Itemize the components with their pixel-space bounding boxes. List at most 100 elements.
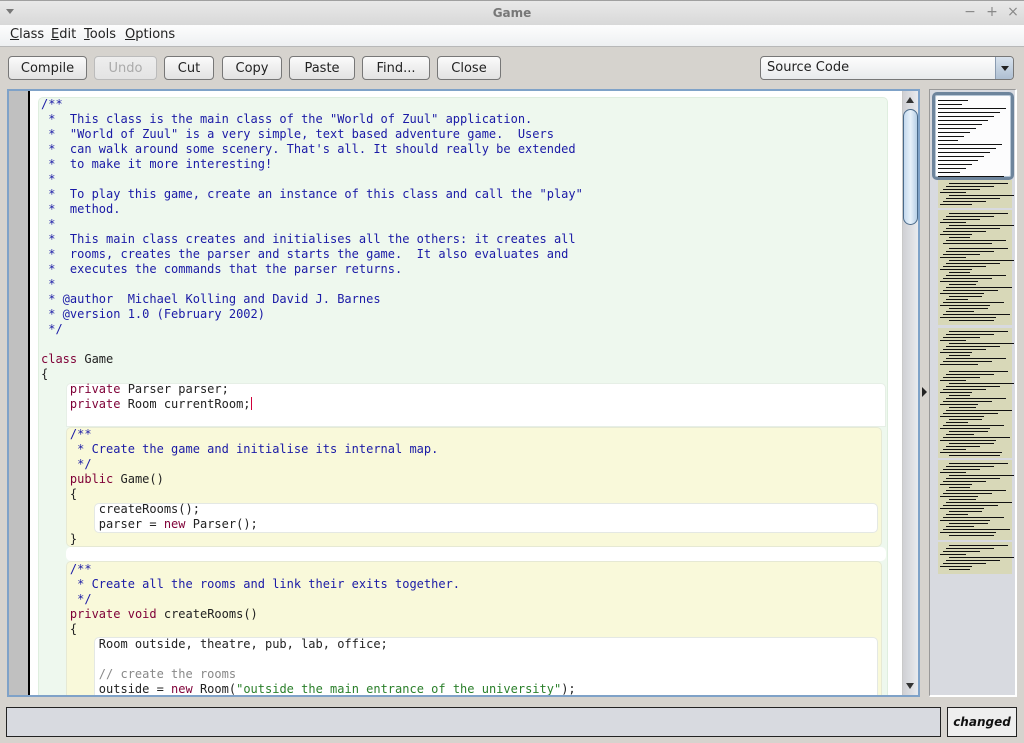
scroll-up-icon[interactable] (906, 97, 914, 103)
minimap-line (946, 478, 1000, 479)
find-button[interactable]: Find... (362, 56, 430, 80)
minimap-line (949, 463, 1008, 464)
code-line[interactable]: private Parser parser; (41, 382, 229, 397)
minimap-line (946, 490, 1006, 491)
code-line[interactable]: * (41, 217, 55, 232)
code-line[interactable]: * (41, 172, 55, 187)
minimap-line (946, 526, 974, 527)
editor-vertical-scrollbar[interactable] (902, 91, 918, 695)
minimap-line (946, 374, 994, 375)
close-button[interactable]: Close (437, 56, 501, 80)
code-line[interactable]: */ (41, 457, 91, 472)
code-line[interactable]: */ (41, 592, 91, 607)
comment-token: * can walk around some scenery. That's a… (41, 142, 576, 156)
minimap-line (949, 225, 1014, 226)
code-line[interactable]: * Create all the rooms and link their ex… (41, 577, 460, 592)
code-line[interactable]: { (41, 622, 77, 637)
code-line[interactable]: outside = new Room("outside the main ent… (41, 682, 576, 695)
minimap-line (949, 523, 988, 524)
code-line[interactable]: * rooms, creates the parser and starts t… (41, 247, 568, 262)
code-line[interactable]: */ (41, 322, 62, 337)
keyword-token: new (171, 682, 193, 695)
code-line[interactable]: /** (41, 427, 92, 442)
code-line[interactable]: * To play this game, create an instance … (41, 187, 583, 202)
paste-button[interactable]: Paste (289, 56, 355, 80)
code-line[interactable]: private void createRooms() (41, 607, 258, 622)
comment-token: * @version 1.0 (February 2002) (41, 307, 265, 321)
code-line[interactable]: /** (41, 562, 92, 577)
code-line[interactable]: public Game() (41, 472, 164, 487)
minimap-line (946, 410, 1012, 411)
minimize-icon[interactable]: − (962, 4, 978, 20)
code-line[interactable]: class Game (41, 352, 113, 367)
minimap-line (946, 198, 1000, 199)
comment-token: * executes the commands that the parser … (41, 262, 403, 276)
line-gutter[interactable] (9, 91, 30, 695)
code-line[interactable]: { (41, 367, 48, 382)
expand-arrow-icon[interactable] (922, 387, 927, 397)
code-line[interactable]: * Create the game and initialise its int… (41, 442, 438, 457)
minimap-line (949, 407, 976, 408)
code-line[interactable]: * method. (41, 202, 120, 217)
minimap-line (940, 440, 996, 441)
navigation-view[interactable] (929, 89, 1017, 697)
code-line[interactable]: * @version 1.0 (February 2002) (41, 307, 265, 322)
minimap-line (943, 469, 980, 470)
code-token: Game() (113, 472, 164, 486)
maximize-icon[interactable]: + (984, 4, 1000, 20)
minimap-line (940, 428, 990, 429)
minimap-line (938, 108, 1006, 109)
navview-splitter[interactable] (920, 89, 929, 697)
menu-class[interactable]: Class (10, 27, 44, 42)
minimap-line (943, 201, 986, 202)
menu-edit[interactable]: Edit (51, 27, 76, 42)
menu-tools[interactable]: Tools (84, 27, 116, 42)
code-line[interactable]: * @author Michael Kolling and David J. B… (41, 292, 380, 307)
comment-token: * To play this game, create an instance … (41, 187, 583, 201)
minimap-line (943, 278, 992, 279)
close-icon[interactable]: × (1005, 4, 1021, 20)
compile-button[interactable]: Compile (8, 56, 87, 80)
scroll-down-icon[interactable] (906, 683, 914, 689)
code-line[interactable]: { (41, 487, 77, 502)
scrollbar-thumb[interactable] (903, 109, 918, 225)
cut-button[interactable]: Cut (164, 56, 214, 80)
code-line[interactable]: * (41, 277, 55, 292)
minimap-line (938, 140, 958, 141)
view-selector-dropdown[interactable]: Source Code (760, 56, 1014, 80)
code-line[interactable]: // create the rooms (41, 667, 236, 682)
comment-token: * Create all the rooms and link their ex… (41, 577, 461, 591)
minimap-line (949, 475, 1014, 476)
minimap-line (949, 569, 970, 570)
copy-button[interactable]: Copy (222, 56, 282, 80)
code-line[interactable]: * This main class creates and initialise… (41, 232, 575, 247)
code-line[interactable]: /** (41, 97, 63, 112)
code-line[interactable]: private Room currentRoom; (41, 397, 252, 412)
minimap-line (938, 124, 982, 125)
minimap-line (938, 132, 970, 133)
code-token: { (41, 367, 49, 381)
code-line[interactable]: * to make it more interesting! (41, 157, 272, 172)
code-line[interactable]: Room outside, theatre, pub, lab, office; (41, 637, 388, 652)
menu-options[interactable]: Options (125, 27, 175, 42)
code-area[interactable]: /** * This class is the main class of th… (32, 91, 904, 695)
code-line[interactable]: createRooms(); (41, 502, 200, 517)
minimap-line (938, 120, 988, 121)
minimap-line (949, 308, 988, 309)
minimap-line (940, 380, 966, 381)
code-line[interactable]: parser = new Parser(); (41, 517, 258, 532)
minimap-line (949, 237, 970, 238)
minimap-line (938, 128, 976, 129)
code-line[interactable]: * "World of Zuul" is a very simple, text… (41, 127, 554, 142)
code-line[interactable]: * executes the commands that the parser … (41, 262, 402, 277)
minimap-line (940, 392, 972, 393)
code-line[interactable]: * can walk around some scenery. That's a… (41, 142, 576, 157)
code-token: { (41, 487, 78, 501)
chevron-down-icon[interactable] (995, 57, 1013, 79)
undo-button[interactable]: Undo (94, 56, 157, 80)
source-editor[interactable]: /** * This class is the main class of th… (7, 89, 920, 697)
comment-token: * This class is the main class of the "W… (41, 112, 533, 126)
code-line[interactable]: } (41, 532, 77, 547)
code-line[interactable]: * This class is the main class of the "W… (41, 112, 532, 127)
minimap-line (946, 287, 1012, 288)
